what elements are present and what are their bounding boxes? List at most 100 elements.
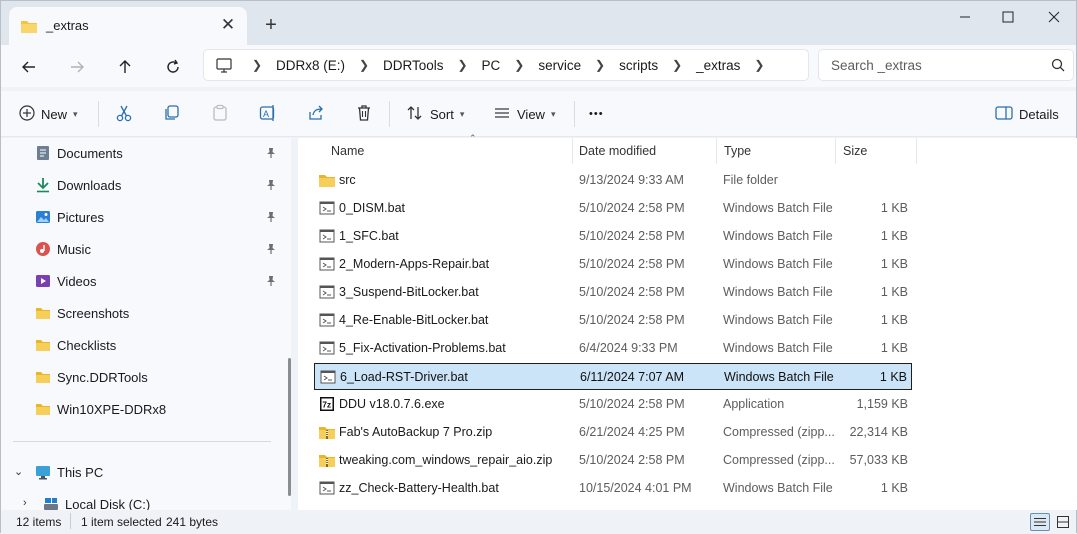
file-date: 6/4/2024 9:33 PM	[579, 341, 678, 355]
details-view-button[interactable]	[1030, 513, 1050, 531]
address-bar[interactable]: ❯ DDRx8 (E:) ❯ DDRTools ❯ PC ❯ service ❯…	[203, 49, 809, 81]
sidebar-item-this-pc[interactable]: ⌄ This PC	[1, 458, 284, 486]
file-size: 22,314 KB	[849, 425, 908, 439]
column-header-type[interactable]: Type	[716, 138, 836, 164]
sidebar-item-label: Documents	[57, 146, 123, 161]
batch-file-icon	[319, 284, 335, 300]
sidebar-item-sync-ddrtools[interactable]: Sync.DDRTools	[1, 363, 284, 391]
search-input[interactable]	[831, 56, 1041, 74]
sidebar-scrollbar[interactable]	[288, 358, 291, 496]
file-row[interactable]: 5_Fix-Activation-Problems.bat 6/4/2024 9…	[314, 335, 912, 362]
column-header-date[interactable]: Date modified	[571, 138, 717, 164]
sidebar-item-videos[interactable]: Videos	[1, 267, 284, 295]
sidebar-item-documents[interactable]: Documents	[1, 139, 284, 167]
file-row[interactable]: 2_Modern-Apps-Repair.bat 5/10/2024 2:58 …	[314, 251, 912, 278]
file-date: 6/11/2024 7:07 AM	[580, 370, 685, 384]
folder-icon	[35, 305, 51, 321]
file-row[interactable]: tweaking.com_windows_repair_aio.zip 5/10…	[314, 447, 912, 474]
zip-folder-icon	[319, 424, 335, 440]
sidebar-item-music[interactable]: Music	[1, 235, 284, 263]
sidebar-item-label: Sync.DDRTools	[57, 370, 148, 385]
chevron-right-icon[interactable]: ❯	[351, 58, 377, 72]
status-bar: 12 items 1 item selected 241 bytes	[1, 510, 1076, 534]
breadcrumb-item[interactable]: DDRTools	[377, 58, 450, 73]
breadcrumb-item[interactable]: service	[532, 58, 587, 73]
new-button[interactable]: New ▾	[19, 99, 78, 129]
tiles-view-button[interactable]	[1053, 513, 1073, 531]
file-row[interactable]: 0_DISM.bat 5/10/2024 2:58 PM Windows Bat…	[314, 195, 912, 222]
sidebar-item-label: Checklists	[57, 338, 117, 353]
chevron-right-icon[interactable]: ›	[23, 497, 27, 509]
tab-extras[interactable]: _extras ✕	[9, 7, 247, 45]
minimize-button[interactable]	[942, 1, 988, 33]
selection-size: 241 bytes	[166, 515, 219, 529]
tab-close-button[interactable]: ✕	[217, 14, 239, 36]
file-type: Windows Batch File	[723, 201, 833, 215]
chevron-right-icon[interactable]: ❯	[450, 58, 476, 72]
file-size: 57,033 KB	[849, 453, 908, 467]
refresh-button[interactable]	[159, 53, 187, 81]
file-size: 1,159 KB	[856, 397, 908, 411]
file-type: Windows Batch File	[723, 257, 833, 271]
file-row-selected[interactable]: 6_Load-RST-Driver.bat 6/11/2024 7:07 AM …	[314, 363, 912, 390]
file-row[interactable]: 4_Re-Enable-BitLocker.bat 5/10/2024 2:58…	[314, 307, 912, 334]
column-header-name[interactable]: Name ⌃	[323, 133, 573, 164]
sidebar-item-win10xpe[interactable]: Win10XPE-DDRx8	[1, 395, 284, 423]
back-button[interactable]	[15, 53, 43, 81]
breadcrumb-item[interactable]: PC	[476, 58, 507, 73]
navigation-pane: Documents Downloads Pictures Music Video…	[1, 138, 291, 510]
file-date: 5/10/2024 2:58 PM	[579, 397, 685, 411]
column-header-size[interactable]: Size	[835, 138, 917, 164]
copy-button[interactable]	[163, 99, 181, 129]
sort-ascending-icon: ⌃	[469, 133, 477, 143]
file-row[interactable]: zz_Check-Battery-Health.bat 10/15/2024 4…	[314, 475, 912, 502]
file-row[interactable]: 1_SFC.bat 5/10/2024 2:58 PM Windows Batc…	[314, 223, 912, 250]
divider	[574, 101, 575, 127]
cut-button[interactable]	[115, 99, 133, 129]
file-size: 1 KB	[880, 313, 908, 327]
sort-button[interactable]: Sort ▾	[406, 99, 464, 129]
svg-text:A: A	[263, 109, 269, 119]
chevron-right-icon[interactable]: ❯	[746, 58, 772, 72]
chevron-right-icon[interactable]: ❯	[664, 58, 690, 72]
chevron-down-icon: ▾	[73, 108, 78, 119]
share-button[interactable]	[307, 99, 325, 129]
breadcrumb-item[interactable]: DDRx8 (E:)	[270, 58, 351, 73]
file-row[interactable]: 3_Suspend-BitLocker.bat 5/10/2024 2:58 P…	[314, 279, 912, 306]
maximize-button[interactable]	[985, 1, 1031, 33]
sidebar-item-pictures[interactable]: Pictures	[1, 203, 284, 231]
sidebar-item-local-disk[interactable]: › Local Disk (C:)	[9, 490, 291, 510]
file-row[interactable]: src 9/13/2024 9:33 AM File folder	[314, 167, 912, 194]
more-options-button[interactable]: •••	[589, 99, 604, 129]
paste-button[interactable]	[211, 99, 229, 129]
breadcrumb-item[interactable]: _extras	[690, 58, 746, 73]
view-button[interactable]: View ▾	[493, 99, 555, 129]
folder-icon	[35, 401, 51, 417]
forward-button[interactable]	[63, 53, 91, 81]
documents-icon	[35, 145, 51, 161]
close-window-button[interactable]	[1031, 1, 1077, 33]
chevron-down-icon[interactable]: ⌄	[14, 465, 23, 478]
refresh-icon	[167, 59, 179, 73]
chevron-right-icon[interactable]: ❯	[244, 58, 270, 72]
file-date: 5/10/2024 2:58 PM	[579, 257, 685, 271]
chevron-right-icon[interactable]: ❯	[587, 58, 613, 72]
chevron-right-icon[interactable]: ❯	[506, 58, 532, 72]
new-tab-button[interactable]: +	[259, 13, 283, 37]
rename-button[interactable]: A	[259, 99, 277, 129]
sidebar-item-downloads[interactable]: Downloads	[1, 171, 284, 199]
sidebar-item-screenshots[interactable]: Screenshots	[1, 299, 284, 327]
search-box[interactable]	[818, 49, 1074, 81]
monitor-icon[interactable]	[204, 57, 244, 73]
delete-button[interactable]	[355, 99, 373, 129]
details-pane-button[interactable]: Details	[995, 99, 1059, 129]
file-size: 1 KB	[880, 201, 908, 215]
breadcrumb-item[interactable]: scripts	[613, 58, 664, 73]
file-row[interactable]: 7z DDU v18.0.7.6.exe 5/10/2024 2:58 PM A…	[314, 391, 912, 418]
sidebar-item-checklists[interactable]: Checklists	[1, 331, 284, 359]
file-row[interactable]: Fab's AutoBackup 7 Pro.zip 6/21/2024 4:2…	[314, 419, 912, 446]
command-bar: New ▾ A Sort ▾ View ▾ ••• Details	[1, 91, 1076, 137]
chevron-down-icon: ▾	[459, 108, 465, 119]
new-label: New	[41, 106, 68, 122]
up-button[interactable]	[111, 53, 139, 81]
